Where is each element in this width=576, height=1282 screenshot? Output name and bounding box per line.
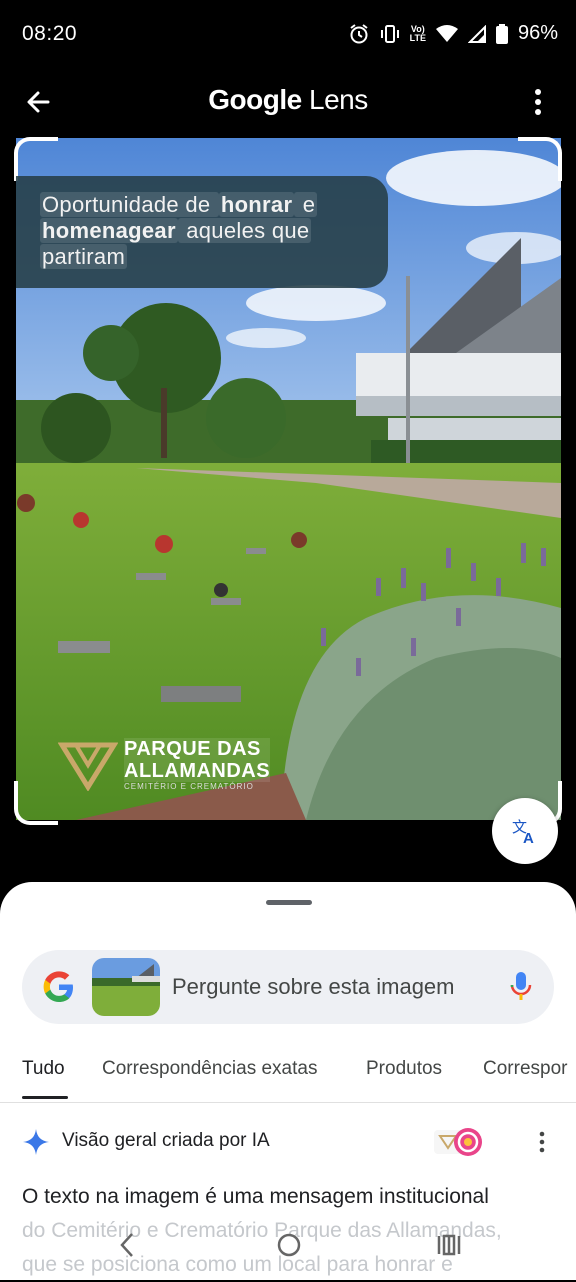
status-bar: 08:20 Vo) LTE 96% [0,0,576,70]
translate-icon: 文 A [512,819,534,845]
search-input[interactable]: Pergunte sobre esta imagem [172,974,455,1000]
svg-text:A: A [523,830,534,845]
image-thumbnail[interactable] [92,958,160,1016]
battery-icon [495,23,508,44]
signal-icon [467,24,486,43]
overlay-text: Oportunidade de honrar e homenagear aque… [40,192,318,269]
sheet-drag-handle[interactable] [266,900,312,905]
crop-corner-top-right[interactable] [518,137,562,181]
tab-products[interactable]: Produtos [366,1058,442,1080]
ai-overview-header: Visão geral criada por IA [22,1126,562,1158]
alarm-icon [350,23,368,43]
image-text-overlay: Oportunidade de honrar e homenagear aque… [16,176,388,288]
ai-overview-more-icon[interactable] [534,1130,550,1154]
google-g-icon [43,971,73,1002]
translate-button[interactable]: 文 A [492,798,558,864]
nav-recents-icon[interactable] [436,1230,462,1260]
result-tabs: Tudo Correspondências exatas Produtos Co… [0,1050,576,1103]
clock: 08:20 [22,22,78,45]
gemini-sparkle-icon [23,1129,49,1155]
more-options-icon[interactable] [528,86,548,118]
app-title: Google Lens [208,84,368,115]
parque-das-allamandas-logo: PARQUE DAS ALLAMANDAS CEMITÉRIO E CREMAT… [58,738,271,791]
tab-matches-truncated[interactable]: Correspor [483,1058,567,1080]
tab-all[interactable]: Tudo [22,1058,65,1080]
diamond-logo-icon [58,742,118,791]
volte-indicator: Vo) LTE [409,23,426,43]
active-tab-indicator [22,1096,68,1099]
nav-back-icon[interactable] [116,1230,140,1260]
tab-exact-matches[interactable]: Correspondências exatas [102,1058,317,1080]
vibrate-icon [380,24,399,43]
crop-corner-top-left[interactable] [14,137,58,181]
results-sheet: Pergunte sobre esta imagem Tudo Correspo… [0,882,576,1280]
crop-corner-bottom-left[interactable] [14,781,58,825]
ai-text-line: O texto na imagem é uma mensagem institu… [22,1185,489,1208]
microphone-icon[interactable] [510,970,532,1002]
source-favicon-icon[interactable] [434,1126,486,1158]
nav-home-icon[interactable] [276,1230,302,1260]
battery-percent: 96% [517,22,558,44]
app-bar: Google Lens [0,72,576,132]
ai-overview-title: Visão geral criada por IA [62,1130,270,1151]
wifi-icon [435,24,458,42]
status-icons: Vo) LTE 96% [348,22,558,45]
system-nav-bar [0,1226,576,1266]
search-bar[interactable]: Pergunte sobre esta imagem [22,950,554,1024]
